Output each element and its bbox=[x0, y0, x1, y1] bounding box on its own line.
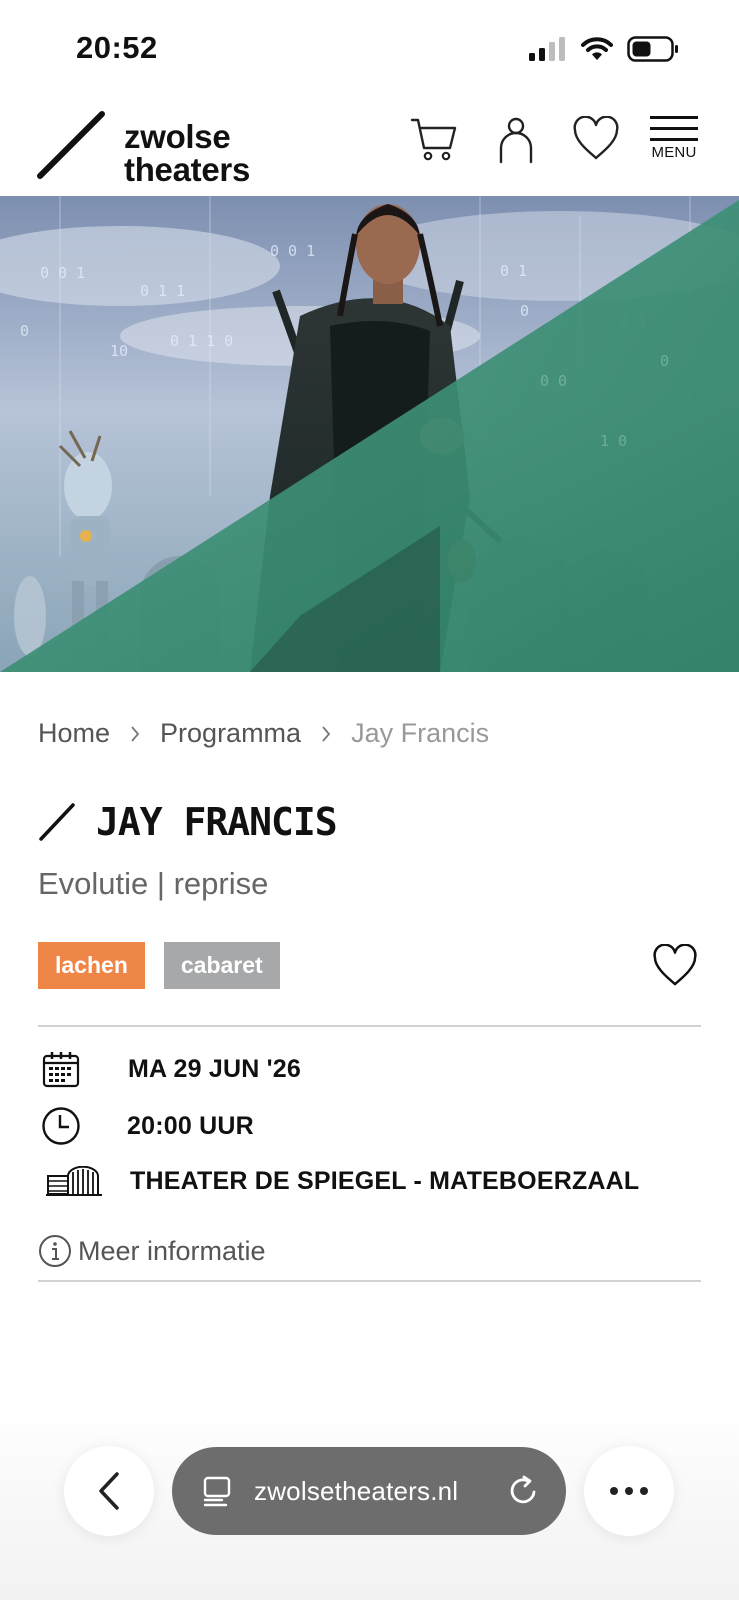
breadcrumb-current: Jay Francis bbox=[351, 718, 490, 748]
breadcrumb: Home Programma Jay Francis bbox=[38, 718, 489, 749]
more-info-link[interactable]: Meer informatie bbox=[38, 1234, 266, 1268]
more-info-label: Meer informatie bbox=[78, 1235, 266, 1266]
clock-icon bbox=[42, 1107, 80, 1145]
heart-icon[interactable] bbox=[572, 116, 620, 162]
svg-text:0 0 1: 0 0 1 bbox=[270, 242, 315, 260]
zwolse-theaters-logo[interactable]: zwolse theaters bbox=[36, 110, 276, 186]
event-time: 20:00 UUR bbox=[38, 1106, 254, 1146]
page-subtitle: Evolutie | reprise bbox=[38, 866, 269, 901]
svg-text:0: 0 bbox=[660, 352, 669, 370]
cart-icon[interactable] bbox=[410, 116, 458, 164]
site-header: zwolse theaters MENU bbox=[0, 96, 739, 196]
slash-mark-icon bbox=[39, 803, 75, 841]
event-venue: THEATER DE SPIEGEL - MATEBOERZAAL bbox=[38, 1166, 639, 1196]
signal-icon bbox=[529, 37, 565, 61]
breadcrumb-home[interactable]: Home bbox=[38, 718, 110, 749]
account-icon[interactable] bbox=[496, 116, 536, 164]
logo-wordmark: zwolse theaters bbox=[124, 120, 250, 186]
venue-icon bbox=[46, 1166, 102, 1196]
calendar-icon bbox=[42, 1052, 80, 1088]
menu-button[interactable]: MENU bbox=[648, 116, 700, 172]
chevron-right-icon bbox=[131, 725, 140, 742]
event-date-text: MA 29 JUN '26 bbox=[128, 1054, 301, 1083]
event-venue-text: THEATER DE SPIEGEL - MATEBOERZAAL bbox=[130, 1166, 640, 1195]
favorite-heart-icon[interactable] bbox=[652, 944, 698, 988]
event-date: MA 29 JUN '26 bbox=[38, 1050, 301, 1088]
chevron-right-icon bbox=[322, 725, 331, 742]
more-icon bbox=[610, 1487, 648, 1495]
info-icon bbox=[39, 1235, 71, 1267]
menu-icon-line bbox=[650, 127, 698, 130]
svg-text:0 1: 0 1 bbox=[500, 262, 527, 280]
address-bar[interactable]: zwolsetheaters.nl bbox=[172, 1447, 566, 1535]
more-button[interactable] bbox=[584, 1446, 674, 1536]
svg-text:0 0 1: 0 0 1 bbox=[40, 264, 85, 282]
url-text: zwolsetheaters.nl bbox=[254, 1475, 459, 1506]
svg-text:0 1 1: 0 1 1 bbox=[140, 282, 185, 300]
status-time: 20:52 bbox=[76, 30, 158, 65]
status-bar: 20:52 bbox=[0, 0, 739, 96]
page-title: JAY FRANCIS bbox=[96, 800, 338, 844]
svg-text:0 1 1 0: 0 1 1 0 bbox=[170, 332, 233, 350]
menu-icon-line bbox=[650, 138, 698, 141]
event-time-text: 20:00 UUR bbox=[127, 1111, 254, 1140]
battery-icon bbox=[627, 36, 678, 62]
tag-cabaret[interactable]: cabaret bbox=[163, 942, 280, 989]
browser-toolbar: zwolsetheaters.nl bbox=[0, 1400, 739, 1600]
wifi-icon bbox=[581, 37, 613, 60]
tag-list: lachen cabaret bbox=[38, 942, 280, 989]
back-icon bbox=[99, 1472, 119, 1510]
title-row: JAY FRANCIS bbox=[38, 800, 338, 844]
logo-line-2: theaters bbox=[124, 151, 250, 188]
menu-label: MENU bbox=[651, 144, 697, 161]
reader-icon bbox=[203, 1476, 231, 1507]
svg-text:0 0: 0 0 bbox=[540, 372, 567, 390]
tag-lachen[interactable]: lachen bbox=[38, 942, 145, 989]
reload-icon[interactable] bbox=[508, 1475, 540, 1507]
svg-text:0: 0 bbox=[520, 302, 529, 320]
svg-text:1 0: 1 0 bbox=[600, 432, 627, 450]
back-button[interactable] bbox=[64, 1446, 154, 1536]
divider bbox=[38, 1280, 701, 1282]
svg-text:10: 10 bbox=[110, 342, 128, 360]
hero-image: 0 0 1 0 1 1 0 1 1 0 0 0 1 0 1 10 0 1 0 0 bbox=[0, 196, 739, 672]
status-icons bbox=[529, 34, 679, 64]
breadcrumb-programma[interactable]: Programma bbox=[160, 718, 301, 749]
hero-illustration: 0 0 1 0 1 1 0 1 1 0 0 0 1 0 1 10 0 1 0 0 bbox=[0, 196, 739, 672]
logo-line-1: zwolse bbox=[124, 118, 231, 155]
menu-icon-line bbox=[650, 116, 698, 119]
divider bbox=[38, 1025, 701, 1027]
logo-slash-mark bbox=[37, 111, 105, 179]
svg-text:0: 0 bbox=[20, 322, 29, 340]
